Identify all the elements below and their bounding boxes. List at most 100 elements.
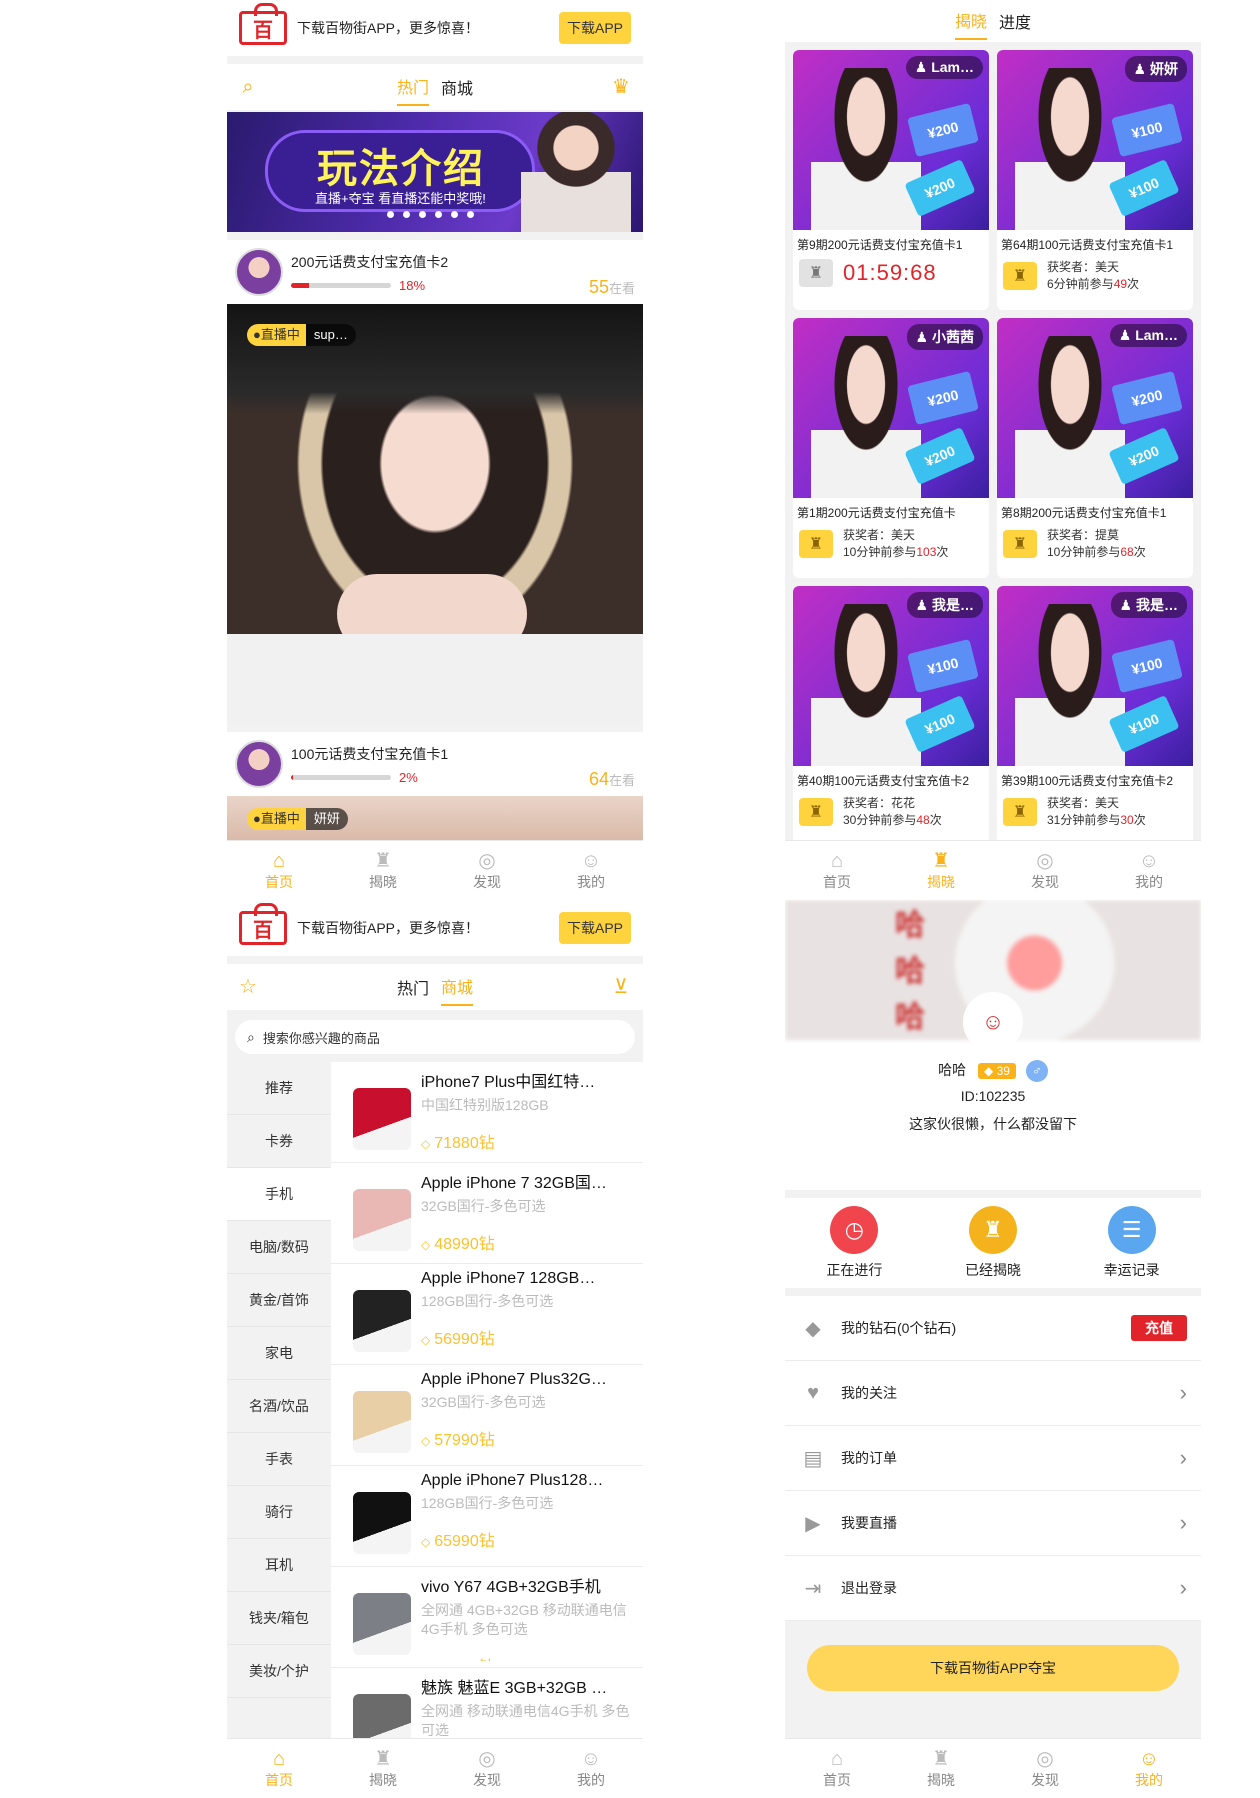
menu-live[interactable]: ▶ 我要直播 › [785, 1491, 1201, 1556]
menu-logout[interactable]: ⇥ 退出登录 › [785, 1556, 1201, 1621]
product-item[interactable]: Apple iPhone7 Plus128… 128GB国行-多色可选 ◇ 65990… [331, 1466, 643, 1567]
product-item[interactable]: 魅族 魅蓝E 3GB+32GB … 全网通 移动联通电信4G手机 多色可选 [331, 1668, 643, 1742]
tabbar-discover[interactable]: ◎ 发现 [435, 1739, 539, 1798]
category-item[interactable]: 推荐 [227, 1062, 331, 1115]
category-item[interactable]: 家电 [227, 1327, 331, 1380]
product-item[interactable]: vivo Y67 4GB+32GB手机 全网通 4GB+32GB 移动联通电信4G… [331, 1567, 643, 1668]
product-name: Apple iPhone 7 32GB国… [421, 1175, 607, 1192]
intro-banner[interactable]: 玩法介绍 直播+夺宝 看直播还能中奖哦! [227, 112, 643, 232]
product-item[interactable]: Apple iPhone 7 32GB国… 32GB国行-多色可选 ◇ 48990钻 [331, 1163, 643, 1264]
tab-progress[interactable]: 进度 [999, 3, 1031, 39]
watchers-count: 64在看 [588, 769, 635, 789]
home-icon: ⌂ [830, 849, 844, 872]
reveal-card[interactable]: ¥100 ¥100 ♟ 我是… 第39期100元话费支付宝充值卡2 ♜ 获奖者：美天 31分… [997, 586, 1193, 846]
category-item[interactable]: 黄金/首饰 [227, 1274, 331, 1327]
banner-title: 玩法介绍 [317, 147, 485, 191]
trophy-icon: ♜ [799, 798, 833, 826]
host-name: ♟ Lam… [905, 56, 983, 79]
revealed-button[interactable]: ♜ 已经揭晓 [924, 1198, 1063, 1288]
home-icon: ⌂ [272, 849, 286, 872]
category-item[interactable]: 骑行 [227, 1486, 331, 1539]
live-stream-photo[interactable]: ●直播中 妍妍 [227, 796, 643, 842]
reveal-card[interactable]: ¥100 ¥100 ♟ 我是… 第40期100元话费支付宝充值卡2 ♜ 获奖者：花花 30分… [793, 586, 989, 846]
download-app-button[interactable]: 下载APP [558, 12, 631, 44]
menu-orders[interactable]: ▤ 我的订单 › [785, 1426, 1201, 1491]
recharge-button[interactable]: 充值 [1131, 1315, 1187, 1341]
tabbar-mine[interactable]: ☺ 我的 [1097, 841, 1201, 900]
tabbar-home[interactable]: ⌂ 首页 [785, 841, 889, 900]
reveal-card[interactable]: ¥200 ¥200 ♟ 小茜茜 第1期200元话费支付宝充值卡 ♜ 获奖者：美天 10分钟前… [793, 318, 989, 578]
product-image [353, 1189, 411, 1251]
live-item-title: 200元话费支付宝充值卡2 [291, 253, 449, 270]
category-item[interactable]: 电脑/数码 [227, 1221, 331, 1274]
live-item[interactable]: 200元话费支付宝充值卡2 18% 55在看 [227, 240, 643, 304]
product-item[interactable]: Apple iPhone7 Plus32G… 32GB国行-多色可选 ◇ 57990钻 [331, 1365, 643, 1466]
download-app-big-button[interactable]: 下载百物街APP夺宝 [807, 1645, 1179, 1691]
trophy-icon: ♜ [1003, 798, 1037, 826]
product-item[interactable]: iPhone7 Plus中国红特… 中国红特别版128GB ◇ 71880钻 [331, 1062, 643, 1163]
lucky-record-button[interactable]: ☰ 幸运记录 [1062, 1198, 1201, 1288]
star-icon[interactable]: ☆ [237, 976, 259, 998]
host-name: sup… [305, 324, 356, 346]
live-item[interactable]: 100元话费支付宝充值卡1 2% 64在看 [227, 732, 643, 796]
menu-diamonds[interactable]: ◆ 我的钻石(0个钻石) 充值 [785, 1296, 1201, 1361]
prize-image: ¥100 ¥100 ♟ 妍妍 [997, 50, 1193, 230]
bottom-tabbar: ⌂ 首页 ♜ 揭晓 ◎ 发现 ☺ 我的 [227, 840, 643, 900]
tab-mall[interactable]: 商城 [441, 968, 474, 1006]
tabbar-home[interactable]: ⌂ 首页 [227, 841, 331, 900]
category-item[interactable]: 手表 [227, 1433, 331, 1486]
tabbar-reveal[interactable]: ♜ 揭晓 [889, 841, 993, 900]
category-item[interactable]: 名酒/饮品 [227, 1380, 331, 1433]
tabbar-mine[interactable]: ☺ 我的 [539, 841, 643, 900]
diamond-icon: ◇ [421, 1434, 431, 1448]
tabbar-reveal[interactable]: ♜ 揭晓 [331, 1739, 435, 1798]
product-price: ◇ 65990钻 [421, 1533, 495, 1550]
trophy-icon: ♜ [932, 849, 950, 872]
menu-follow[interactable]: ♥ 我的关注 › [785, 1361, 1201, 1426]
crown-icon[interactable]: ♛ [609, 76, 633, 98]
compass-icon: ◎ [478, 1747, 496, 1770]
tab-hot[interactable]: 热门 [396, 68, 429, 106]
tabbar-discover[interactable]: ◎ 发现 [993, 841, 1097, 900]
cart-icon[interactable]: ⊻ [609, 976, 633, 998]
tabbar-reveal[interactable]: ♜ 揭晓 [889, 1739, 993, 1798]
ongoing-button[interactable]: ◷ 正在进行 [785, 1198, 924, 1288]
category-item[interactable]: 卡券 [227, 1115, 331, 1168]
product-image [353, 1593, 411, 1655]
winner-info: 获奖者：美天 6分钟前参与49次 [1047, 260, 1140, 291]
reveal-card[interactable]: ¥100 ¥100 ♟ 妍妍 第64期100元话费支付宝充值卡1 ♜ 获奖者：美天 6分钟前… [997, 50, 1193, 310]
list-icon: ☰ [1107, 1206, 1156, 1254]
compass-icon: ◎ [1036, 849, 1054, 872]
category-item[interactable]: 钱夹/箱包 [227, 1592, 331, 1645]
search-icon[interactable]: ⌕ [237, 76, 259, 98]
chevron-right-icon: › [1179, 1575, 1187, 1600]
category-item[interactable]: 美妆/个护 [227, 1645, 331, 1698]
tabbar-mine[interactable]: ☺ 我的 [1097, 1739, 1201, 1798]
mall-screen: 百 下载百物街APP，更多惊喜！ 下载APP ☆ 热门 商城 ⊻ ⌕ 搜索你感兴… [227, 900, 643, 1798]
tabbar-home[interactable]: ⌂ 首页 [785, 1739, 889, 1798]
product-item[interactable]: Apple iPhone7 128GB… 128GB国行-多色可选 ◇ 56990钻 [331, 1264, 643, 1365]
tabbar-reveal[interactable]: ♜ 揭晓 [331, 841, 435, 900]
category-list: 推荐 卡券 手机 电脑/数码 黄金/首饰 家电 名酒/饮品 手表 骑行 耳机 钱夹/箱包 美妆/个护 [227, 1062, 331, 1742]
live-stream-photo[interactable]: ●直播中 sup… [227, 304, 643, 724]
prize-title: 第1期200元话费支付宝充值卡 [797, 506, 956, 520]
reveal-card[interactable]: ¥200 ¥200 ♟ Lam… 第8期200元话费支付宝充值卡1 ♜ 获奖者：提莫 10分… [997, 318, 1193, 578]
download-app-button[interactable]: 下载APP [558, 912, 631, 944]
product-image [353, 1391, 411, 1453]
tabbar-mine[interactable]: ☺ 我的 [539, 1739, 643, 1798]
download-bar: 百 下载百物街APP，更多惊喜！ 下载APP [227, 0, 643, 64]
tab-mall[interactable]: 商城 [441, 69, 473, 105]
tabbar-home[interactable]: ⌂ 首页 [227, 1739, 331, 1798]
category-item[interactable]: 耳机 [227, 1539, 331, 1592]
search-input[interactable]: ⌕ 搜索你感兴趣的商品 [235, 1020, 635, 1054]
progress-bar [291, 282, 391, 288]
tabbar-discover[interactable]: ◎ 发现 [993, 1739, 1097, 1798]
category-item[interactable]: 手机 [227, 1168, 331, 1221]
avatar[interactable]: ☺ [963, 992, 1023, 1052]
tab-reveal[interactable]: 揭晓 [954, 2, 987, 40]
tabbar-discover[interactable]: ◎ 发现 [435, 841, 539, 900]
chevron-right-icon: › [1179, 1445, 1187, 1470]
reveal-card[interactable]: ¥200 ¥200 ♟ Lam… 第9期200元话费支付宝充值卡1 ♜ 01:59:68 [793, 50, 989, 310]
product-subtitle: 全网通 4GB+32GB 移动联通电信4G手机 多色可选 [421, 1602, 627, 1637]
tab-hot[interactable]: 热门 [397, 969, 429, 1005]
